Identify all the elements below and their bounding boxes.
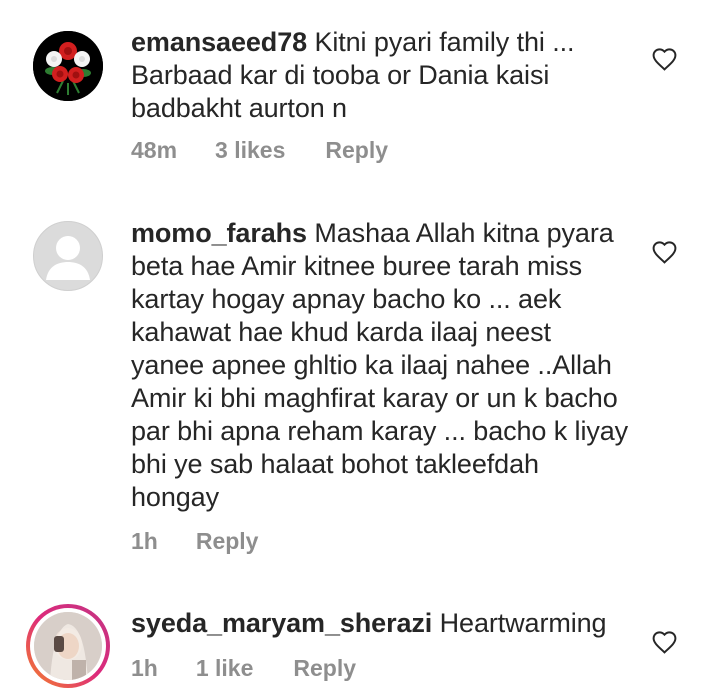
heart-icon[interactable] <box>651 630 678 654</box>
heart-icon[interactable] <box>651 47 678 71</box>
story-ring-photo-avatar-icon <box>30 608 106 684</box>
comment-text: syeda_maryam_sherazi Heartwarming <box>131 607 631 640</box>
like-count[interactable]: 3 likes <box>215 137 285 164</box>
comment-item: emansaeed78 Kitni pyari family thi ... B… <box>0 0 720 180</box>
reply-button[interactable]: Reply <box>196 528 259 555</box>
comment-time: 48m <box>131 137 178 163</box>
comment-username[interactable]: syeda_maryam_sherazi <box>131 608 432 638</box>
comment-item: syeda_maryam_sherazi Heartwarming 1h 1 l… <box>0 580 720 700</box>
like-count[interactable]: 1 like <box>196 655 254 682</box>
comment-username[interactable]: emansaeed78 <box>131 27 307 57</box>
comment-text: momo_farahs Mashaa Allah kitna pyara bet… <box>131 217 631 514</box>
reply-button[interactable]: Reply <box>293 655 356 682</box>
reply-button[interactable]: Reply <box>325 137 388 164</box>
avatar[interactable] <box>33 31 103 101</box>
comment-username[interactable]: momo_farahs <box>131 218 307 248</box>
avatar[interactable] <box>26 604 110 688</box>
comment-body: Heartwarming <box>439 608 607 638</box>
comment-item: momo_farahs Mashaa Allah kitna pyara bet… <box>0 180 720 580</box>
default-user-avatar-icon <box>46 236 90 280</box>
heart-icon[interactable] <box>651 240 678 264</box>
comment-meta: 1h Reply <box>131 528 298 555</box>
comment-time: 1h <box>131 528 158 554</box>
comment-meta: 48m 3 likes Reply <box>131 137 428 164</box>
comment-text: emansaeed78 Kitni pyari family thi ... B… <box>131 26 631 125</box>
comment-time: 1h <box>131 655 158 681</box>
roses-avatar-icon <box>33 31 103 101</box>
avatar[interactable] <box>33 221 103 291</box>
comment-meta: 1h 1 like Reply <box>131 655 396 682</box>
comment-body: Mashaa Allah kitna pyara beta hae Amir k… <box>131 218 629 512</box>
